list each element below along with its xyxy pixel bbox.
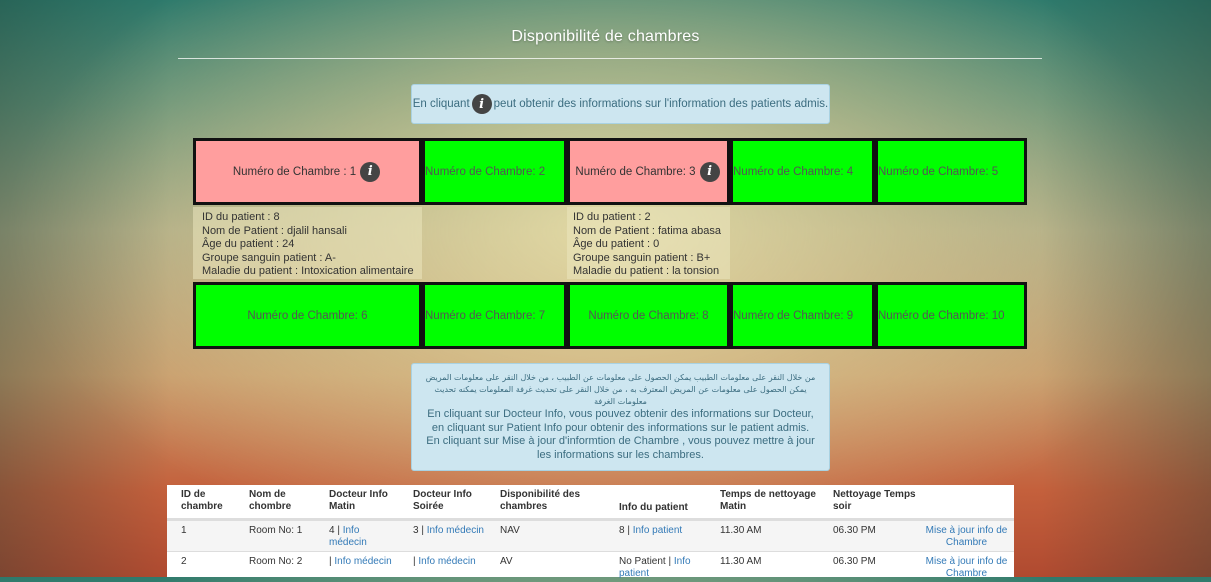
room-label: Numéro de Chambre: 8 (588, 309, 709, 322)
room-label: Numéro de Chambre: 5 (878, 165, 999, 178)
col-header: Disponibilité des chambres (500, 489, 581, 512)
table-header-row: ID de chambre Nom de chombre Docteur Inf… (167, 485, 1014, 520)
patient-info-room-1: ID du patient : 8 Nom de Patient : djali… (202, 211, 414, 279)
room-card-3: Numéro de Chambre: 3 i (567, 138, 730, 205)
patient-blood: Groupe sanguin patient : B+ (573, 251, 711, 264)
patient-disease: Maladie du patient : Intoxication alimen… (202, 265, 414, 277)
room-label: Numéro de Chambre: 4 (733, 165, 854, 178)
patient-name: Nom de Patient : djalil hansali (202, 224, 347, 237)
rooms-row-2: Numéro de Chambre: 6 Numéro de Chambre: … (193, 282, 1027, 349)
cell-availability: AV (500, 556, 513, 567)
patient-id: ID du patient : 2 (573, 211, 651, 223)
cell-clean-evening: 06.30 PM (833, 556, 876, 567)
help-text-arabic: من خلال النقر على معلومات الطبيب يمكن ال… (425, 373, 816, 406)
col-header: Docteur Info Matin (329, 489, 388, 512)
doctor-number: 3 | (413, 525, 427, 536)
update-room-link[interactable]: Mise à jour info de Chambre (926, 556, 1008, 579)
cell-room-id: 2 (181, 556, 187, 567)
cell-clean-morning: 11.30 AM (720, 525, 762, 536)
patient-prefix: No Patient | (619, 556, 674, 567)
patient-prefix: 8 | (619, 525, 633, 536)
info-circle-icon[interactable]: i (360, 161, 381, 182)
patient-info-room-3: ID du patient : 2 Nom de Patient : fatim… (573, 211, 721, 279)
room-label: Numéro de Chambre: 2 (425, 165, 546, 178)
patient-name: Nom de Patient : fatima abasa (573, 224, 721, 237)
page-title: Disponibilité de chambres (511, 28, 700, 45)
patient-age: Âge du patient : 24 (202, 238, 295, 250)
room-label: Numéro de Chambre : 1 (232, 165, 357, 178)
cell-patient-info: No Patient | Info patient (605, 556, 706, 582)
room-card-2: Numéro de Chambre: 2 (422, 138, 567, 205)
col-header: ID de chambre (181, 489, 223, 512)
col-header: Docteur Info Soirée (413, 489, 472, 512)
room-card-4: Numéro de Chambre: 4 (730, 138, 875, 205)
room-card-9: Numéro de Chambre: 9 (730, 282, 875, 349)
doctor-info-link[interactable]: Info médecin (418, 556, 475, 567)
patient-id: ID du patient : 8 (202, 211, 280, 223)
help-box: من خلال النقر على معلومات الطبيب يمكن ال… (411, 363, 830, 471)
cell-patient-info: 8 | Info patient (605, 525, 706, 551)
title-divider (178, 58, 1042, 59)
patient-blood: Groupe sanguin patient : A- (202, 251, 336, 264)
table-row: 2 Room No: 2 | Info médecin | Info médec… (167, 551, 1014, 582)
room-label: Numéro de Chambre: 10 (878, 309, 1005, 322)
cell-clean-morning: 11.30 AM (720, 556, 762, 567)
doctor-number: 4 | (329, 525, 343, 536)
cell-room-name: Room No: 1 (249, 525, 303, 536)
cell-doctor-morning: 4 | Info médecin (315, 525, 399, 551)
cell-update: Mise à jour info de Chambre (919, 525, 1014, 551)
doctor-info-link[interactable]: Info médecin (427, 525, 484, 536)
room-card-7: Numéro de Chambre: 7 (422, 282, 567, 349)
help-text-french: En cliquant sur Docteur Info, vous pouve… (426, 408, 815, 461)
cell-doctor-morning: | Info médecin (315, 556, 399, 582)
room-card-6: Numéro de Chambre: 6 (193, 282, 422, 349)
cell-room-id: 1 (181, 525, 187, 536)
room-card-5: Numéro de Chambre: 5 (875, 138, 1027, 205)
patient-disease: Maladie du patient : la tonsion (573, 265, 720, 277)
room-label: Numéro de Chambre: 6 (247, 309, 368, 322)
doctor-info-link[interactable]: Info médecin (334, 556, 391, 567)
room-label: Numéro de Chambre: 9 (733, 309, 854, 322)
info-banner: En cliquant i peut obtenir des informati… (411, 84, 830, 124)
patient-info-link[interactable]: Info patient (633, 525, 682, 536)
col-header: Info du patient (619, 502, 688, 513)
patient-age: Âge du patient : 0 (573, 238, 660, 250)
table-row: 1 Room No: 1 4 | Info médecin 3 | Info m… (167, 520, 1014, 551)
col-header: Nom de chombre (249, 489, 292, 512)
update-room-link[interactable]: Mise à jour info de Chambre (926, 525, 1008, 548)
info-circle-icon[interactable]: i (699, 161, 720, 182)
info-circle-icon: i (471, 94, 492, 114)
rooms-table: ID de chambre Nom de chombre Docteur Inf… (167, 485, 1014, 579)
cell-doctor-evening: 3 | Info médecin (399, 525, 486, 551)
cell-clean-evening: 06.30 PM (833, 525, 876, 536)
cell-update: Mise à jour info de Chambre (919, 556, 1014, 582)
room-label: Numéro de Chambre: 7 (425, 309, 546, 322)
cell-availability: NAV (500, 525, 520, 536)
info-banner-after: peut obtenir des informations sur l'info… (493, 98, 829, 110)
rooms-row-1: Numéro de Chambre : 1 i Numéro de Chambr… (193, 138, 1027, 205)
info-banner-before: En cliquant (412, 98, 470, 110)
cell-doctor-evening: | Info médecin (399, 556, 486, 582)
col-header: Temps de nettoyage Matin (720, 489, 816, 512)
room-label: Numéro de Chambre: 3 (575, 165, 696, 178)
room-card-10: Numéro de Chambre: 10 (875, 282, 1027, 349)
cell-room-name: Room No: 2 (249, 556, 303, 567)
room-card-1: Numéro de Chambre : 1 i (193, 138, 422, 205)
room-card-8: Numéro de Chambre: 8 (567, 282, 730, 349)
col-header: Nettoyage Temps soir (833, 489, 916, 512)
